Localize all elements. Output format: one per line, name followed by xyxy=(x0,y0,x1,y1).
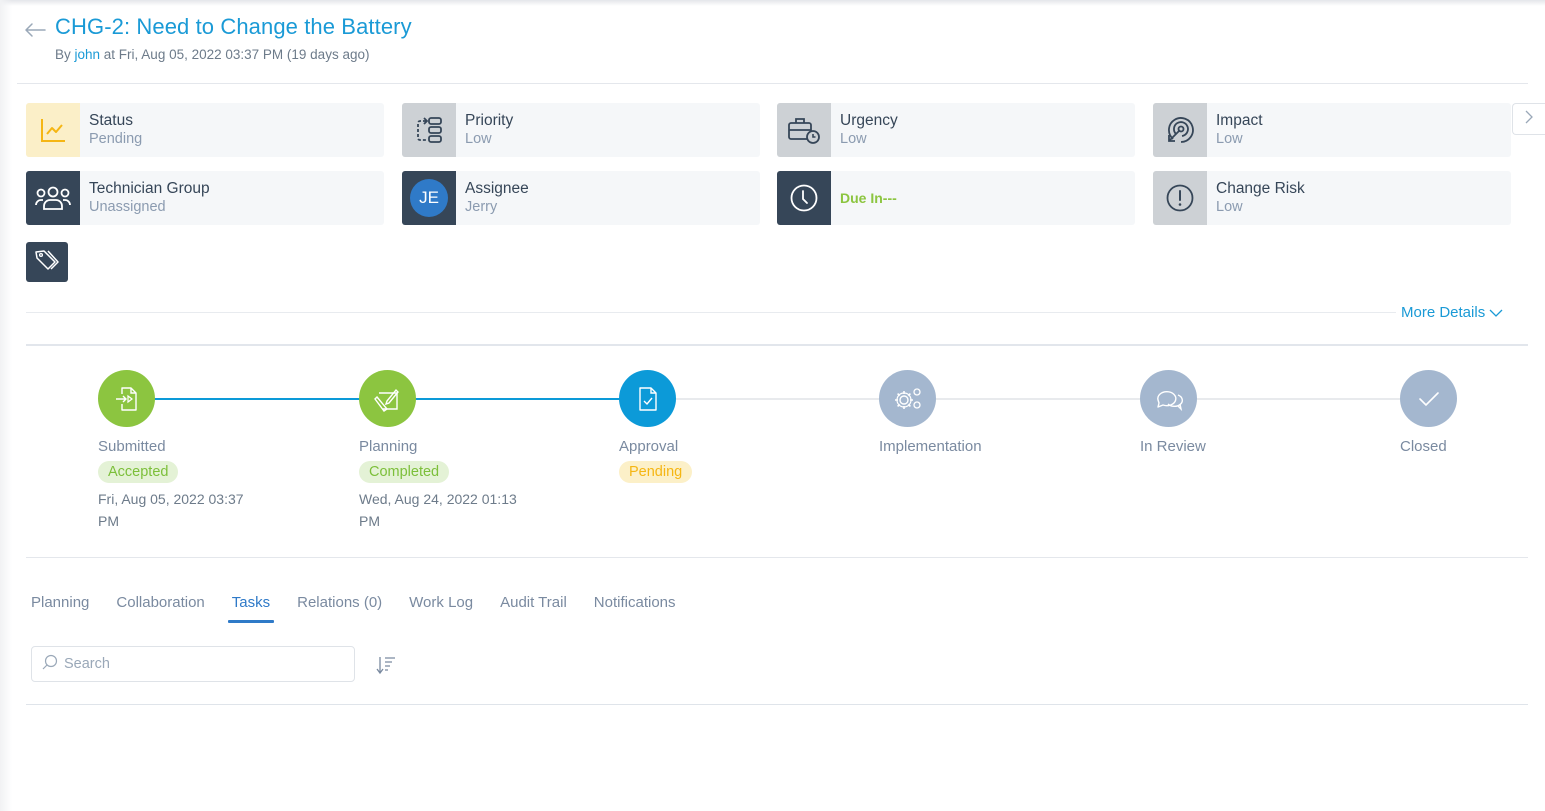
page-top-shadow xyxy=(0,0,1545,6)
stage-name: Submitted xyxy=(98,438,166,455)
briefcase-clock-icon xyxy=(777,103,831,157)
author-link[interactable]: john xyxy=(75,47,101,62)
tab-work-log[interactable]: Work Log xyxy=(409,594,473,623)
alert-circle-icon xyxy=(1153,171,1207,225)
urgency-card[interactable]: Urgency Low xyxy=(777,103,1135,157)
change-risk-value: Low xyxy=(1216,199,1243,215)
technician-group-value: Unassigned xyxy=(89,199,166,215)
stage-date: Fri, Aug 05, 2022 03:37 PM xyxy=(98,491,244,529)
stage-status-badge: Completed xyxy=(359,461,450,483)
sort-button[interactable] xyxy=(375,655,397,675)
impact-value: Low xyxy=(1216,131,1243,147)
more-details-label: More Details xyxy=(1401,304,1486,321)
approval-document-check-icon xyxy=(619,370,676,427)
status-chart-icon xyxy=(26,103,80,157)
detail-tabs: Planning Collaboration Tasks Relations (… xyxy=(31,594,703,623)
back-arrow-icon[interactable] xyxy=(24,22,46,38)
sort-descending-icon xyxy=(375,657,397,679)
cards-next-button[interactable] xyxy=(1512,103,1545,135)
stage-approval[interactable]: Approval Pending xyxy=(619,370,693,483)
tab-relations[interactable]: Relations (0) xyxy=(297,594,382,623)
tasks-list-divider xyxy=(26,704,1528,705)
chat-bubbles-icon xyxy=(1140,370,1197,427)
planning-ruler-pencil-icon xyxy=(359,370,416,427)
priority-flow-icon xyxy=(402,103,456,157)
tab-notifications[interactable]: Notifications xyxy=(594,594,676,623)
section-divider xyxy=(26,344,1528,346)
search-input[interactable] xyxy=(64,656,334,672)
more-details-link[interactable]: More Details xyxy=(1401,304,1503,321)
stage-name: Planning xyxy=(359,438,418,455)
stage-name: Closed xyxy=(1400,438,1447,455)
stage-name: Implementation xyxy=(879,438,982,455)
tab-planning[interactable]: Planning xyxy=(31,594,89,623)
step-connector-pending xyxy=(647,398,1427,400)
stage-name: In Review xyxy=(1140,438,1206,455)
tab-tasks[interactable]: Tasks xyxy=(227,594,275,623)
created-info: By john at Fri, Aug 05, 2022 03:37 PM (1… xyxy=(55,47,369,62)
clock-icon xyxy=(777,171,831,225)
assignee-avatar-cell: JE xyxy=(402,171,456,225)
due-in-card[interactable]: Due In--- xyxy=(777,171,1135,225)
search-icon xyxy=(42,654,58,675)
status-card[interactable]: Status Pending xyxy=(26,103,384,157)
assignee-label: Assignee xyxy=(465,180,529,197)
checkmark-icon xyxy=(1400,370,1457,427)
assignee-card[interactable]: JE Assignee Jerry xyxy=(402,171,760,225)
due-in-value: Due In--- xyxy=(840,190,897,206)
stage-implementation[interactable]: Implementation xyxy=(879,370,982,455)
change-risk-card[interactable]: Change Risk Low xyxy=(1153,171,1511,225)
priority-card[interactable]: Priority Low xyxy=(402,103,760,157)
created-date: at Fri, Aug 05, 2022 03:37 PM (19 days a… xyxy=(100,47,370,62)
stage-closed[interactable]: Closed xyxy=(1400,370,1457,455)
priority-value: Low xyxy=(465,131,492,147)
chevron-down-icon xyxy=(1489,304,1503,321)
assignee-value: Jerry xyxy=(465,199,498,215)
priority-label: Priority xyxy=(465,112,514,129)
tab-collaboration[interactable]: Collaboration xyxy=(116,594,204,623)
impact-card[interactable]: Impact Low xyxy=(1153,103,1511,157)
page-title: CHG-2: Need to Change the Battery xyxy=(55,14,412,39)
task-search-box[interactable] xyxy=(31,646,355,682)
avatar: JE xyxy=(410,179,448,217)
stepper-divider xyxy=(26,557,1528,558)
stage-status-badge: Accepted xyxy=(98,461,179,483)
submit-document-icon xyxy=(98,370,155,427)
technician-group-card[interactable]: Technician Group Unassigned xyxy=(26,171,384,225)
status-value: Pending xyxy=(89,131,143,147)
tab-audit-trail[interactable]: Audit Trail xyxy=(500,594,567,623)
urgency-value: Low xyxy=(840,131,867,147)
users-icon xyxy=(26,171,80,225)
stage-status-badge: Pending xyxy=(619,461,693,483)
change-lifecycle-stepper: Submitted Accepted Fri, Aug 05, 2022 03:… xyxy=(0,370,1545,550)
stage-date: Wed, Aug 24, 2022 01:13 PM xyxy=(359,491,517,529)
chevron-right-icon xyxy=(1525,110,1533,129)
change-risk-label: Change Risk xyxy=(1216,180,1305,197)
header-divider xyxy=(17,83,1528,84)
stage-submitted[interactable]: Submitted Accepted Fri, Aug 05, 2022 03:… xyxy=(98,370,263,532)
urgency-label: Urgency xyxy=(840,112,898,129)
status-label: Status xyxy=(89,112,133,129)
technician-group-label: Technician Group xyxy=(89,180,210,197)
stage-name: Approval xyxy=(619,438,679,455)
stage-in-review[interactable]: In Review xyxy=(1140,370,1206,455)
gears-icon xyxy=(879,370,936,427)
by-prefix: By xyxy=(55,47,75,62)
tags-button[interactable] xyxy=(26,242,68,282)
impact-label: Impact xyxy=(1216,112,1263,129)
target-cursor-icon xyxy=(1153,103,1207,157)
details-divider xyxy=(26,312,1396,313)
stage-planning[interactable]: Planning Completed Wed, Aug 24, 2022 01:… xyxy=(359,370,524,532)
tag-icon xyxy=(34,249,60,276)
